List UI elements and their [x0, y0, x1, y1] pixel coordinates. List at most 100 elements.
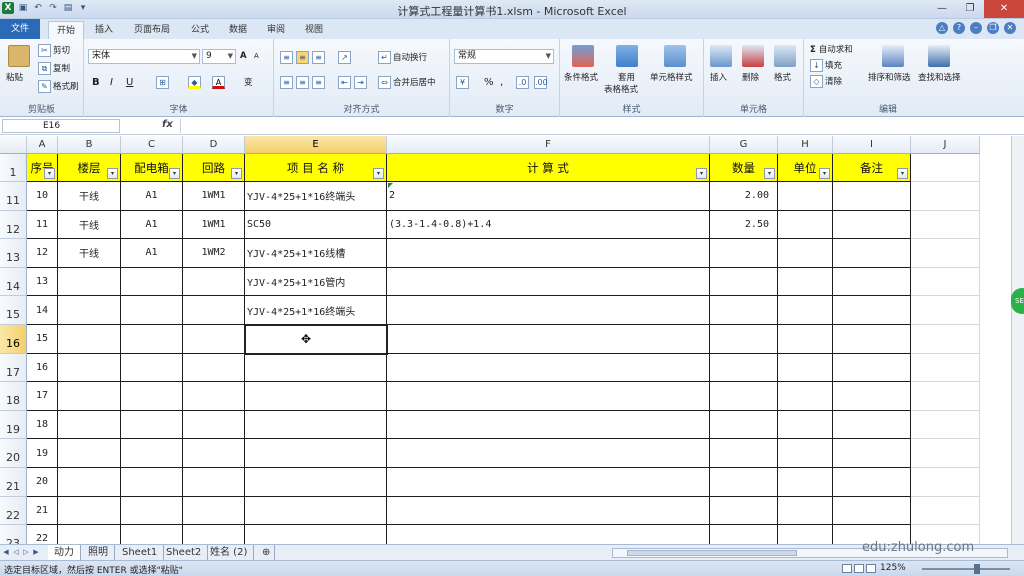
bold-button[interactable]: B [92, 77, 100, 88]
column-header-a[interactable]: A [27, 136, 58, 154]
header-cell[interactable]: 备注 ▾ [833, 154, 911, 182]
empty-cell[interactable] [911, 382, 980, 411]
empty-cell[interactable] [911, 325, 980, 354]
table-cell[interactable] [778, 496, 833, 526]
table-format-icon[interactable] [616, 45, 638, 67]
cell-styles-icon[interactable] [664, 45, 686, 67]
empty-cell[interactable] [911, 410, 980, 440]
format-cells-icon[interactable] [774, 45, 796, 67]
tab-home[interactable]: 开始 [48, 21, 84, 39]
copy-button[interactable]: ⧉ 复制 [38, 62, 70, 75]
table-cell[interactable] [833, 296, 911, 325]
row-header[interactable]: 17 [0, 353, 27, 383]
orientation-button[interactable]: ↗ [338, 51, 353, 64]
table-cell[interactable]: 15 [27, 325, 58, 354]
column-header-g[interactable]: G [710, 136, 778, 154]
format-cells-button[interactable]: 格式 [774, 71, 791, 83]
empty-cell[interactable] [911, 296, 980, 325]
table-cell[interactable] [58, 410, 121, 440]
table-cell[interactable] [121, 325, 183, 354]
row-header[interactable]: 1 [0, 154, 27, 182]
row-header[interactable]: 18 [0, 382, 27, 411]
table-cell[interactable] [58, 439, 121, 468]
table-cell[interactable] [245, 468, 387, 497]
table-cell[interactable]: 20 [27, 468, 58, 497]
row-header[interactable]: 11 [0, 182, 27, 211]
table-cell[interactable] [710, 439, 778, 468]
table-cell[interactable] [710, 468, 778, 497]
cut-button[interactable]: ✂ 剪切 [38, 44, 70, 57]
align-bottom-button[interactable]: ≡ [312, 51, 327, 64]
table-cell[interactable] [833, 182, 911, 211]
fill-color-button[interactable]: ◆ [188, 76, 203, 89]
table-cell[interactable] [778, 439, 833, 468]
table-cell[interactable] [121, 296, 183, 325]
empty-cell[interactable] [911, 439, 980, 468]
table-cell[interactable] [778, 468, 833, 497]
table-cell[interactable] [387, 468, 710, 497]
row-header[interactable]: 14 [0, 267, 27, 297]
fill-button[interactable]: ↓ 填充 [810, 59, 842, 72]
paste-icon[interactable] [8, 45, 30, 67]
table-cell[interactable] [778, 325, 833, 354]
table-cell[interactable] [245, 353, 387, 383]
table-cell[interactable] [121, 353, 183, 383]
align-top-button[interactable]: ≡ [280, 51, 295, 64]
table-cell[interactable]: A1 [121, 182, 183, 211]
table-cell[interactable] [778, 410, 833, 440]
row-header[interactable]: 16 [0, 325, 27, 354]
tab-data[interactable]: 数据 [222, 21, 254, 39]
help-icon[interactable]: ? [953, 22, 965, 34]
insert-cells-icon[interactable] [710, 45, 732, 67]
wrap-text-button[interactable]: ↵ 自动换行 [378, 51, 427, 64]
table-cell[interactable] [778, 296, 833, 325]
vertical-scrollbar[interactable] [1011, 136, 1024, 544]
filter-dropdown-icon[interactable]: ▾ [373, 168, 384, 179]
column-header-f[interactable]: F [387, 136, 710, 154]
filter-dropdown-icon[interactable]: ▾ [169, 168, 180, 179]
table-cell[interactable]: 11 [27, 210, 58, 240]
header-cell[interactable]: 数量 ▾ [710, 154, 778, 182]
table-cell[interactable] [778, 210, 833, 240]
decrease-indent-button[interactable]: ⇤ [338, 76, 353, 89]
table-cell[interactable] [387, 439, 710, 468]
table-cell[interactable] [121, 267, 183, 297]
filter-dropdown-icon[interactable]: ▾ [44, 168, 55, 179]
table-cell[interactable] [387, 325, 710, 354]
find-select-button[interactable]: 查找和选择 [918, 71, 961, 83]
table-cell[interactable]: 19 [27, 439, 58, 468]
table-cell[interactable] [183, 267, 245, 297]
table-cell[interactable] [710, 525, 778, 544]
table-cell[interactable] [58, 382, 121, 411]
table-cell[interactable] [833, 267, 911, 297]
table-cell[interactable] [58, 496, 121, 526]
table-cell[interactable] [833, 325, 911, 354]
table-cell[interactable]: A1 [121, 239, 183, 268]
table-cell[interactable]: 17 [27, 382, 58, 411]
table-cell[interactable] [710, 267, 778, 297]
table-cell[interactable] [833, 468, 911, 497]
normal-view-icon[interactable] [842, 564, 852, 573]
row-header[interactable]: 19 [0, 410, 27, 440]
tab-view[interactable]: 视图 [298, 21, 330, 39]
italic-button[interactable]: I [110, 77, 113, 88]
increase-indent-button[interactable]: ⇥ [354, 76, 369, 89]
delete-cells-icon[interactable] [742, 45, 764, 67]
filter-dropdown-icon[interactable]: ▾ [231, 168, 242, 179]
zoom-level[interactable]: 125% [880, 563, 906, 573]
last-sheet-icon[interactable]: ▶ [32, 548, 40, 556]
table-cell[interactable] [710, 296, 778, 325]
doc-minimize-icon[interactable]: – [970, 22, 982, 34]
doc-restore-icon[interactable]: ❐ [987, 22, 999, 34]
table-cell[interactable] [710, 325, 778, 354]
header-cell[interactable]: 项 目 名 称 ▾ [245, 154, 387, 182]
increase-decimal-button[interactable]: .0 [516, 76, 531, 89]
column-header-i[interactable]: I [833, 136, 911, 154]
table-cell[interactable] [778, 182, 833, 211]
table-cell[interactable]: 16 [27, 353, 58, 383]
table-format-button-line2[interactable]: 表格格式 [604, 83, 638, 95]
table-cell[interactable] [710, 382, 778, 411]
merge-center-button[interactable]: ⇔ 合并后居中 [378, 76, 436, 89]
scroll-thumb[interactable] [627, 550, 797, 556]
sort-filter-button[interactable]: 排序和筛选 [868, 71, 911, 83]
